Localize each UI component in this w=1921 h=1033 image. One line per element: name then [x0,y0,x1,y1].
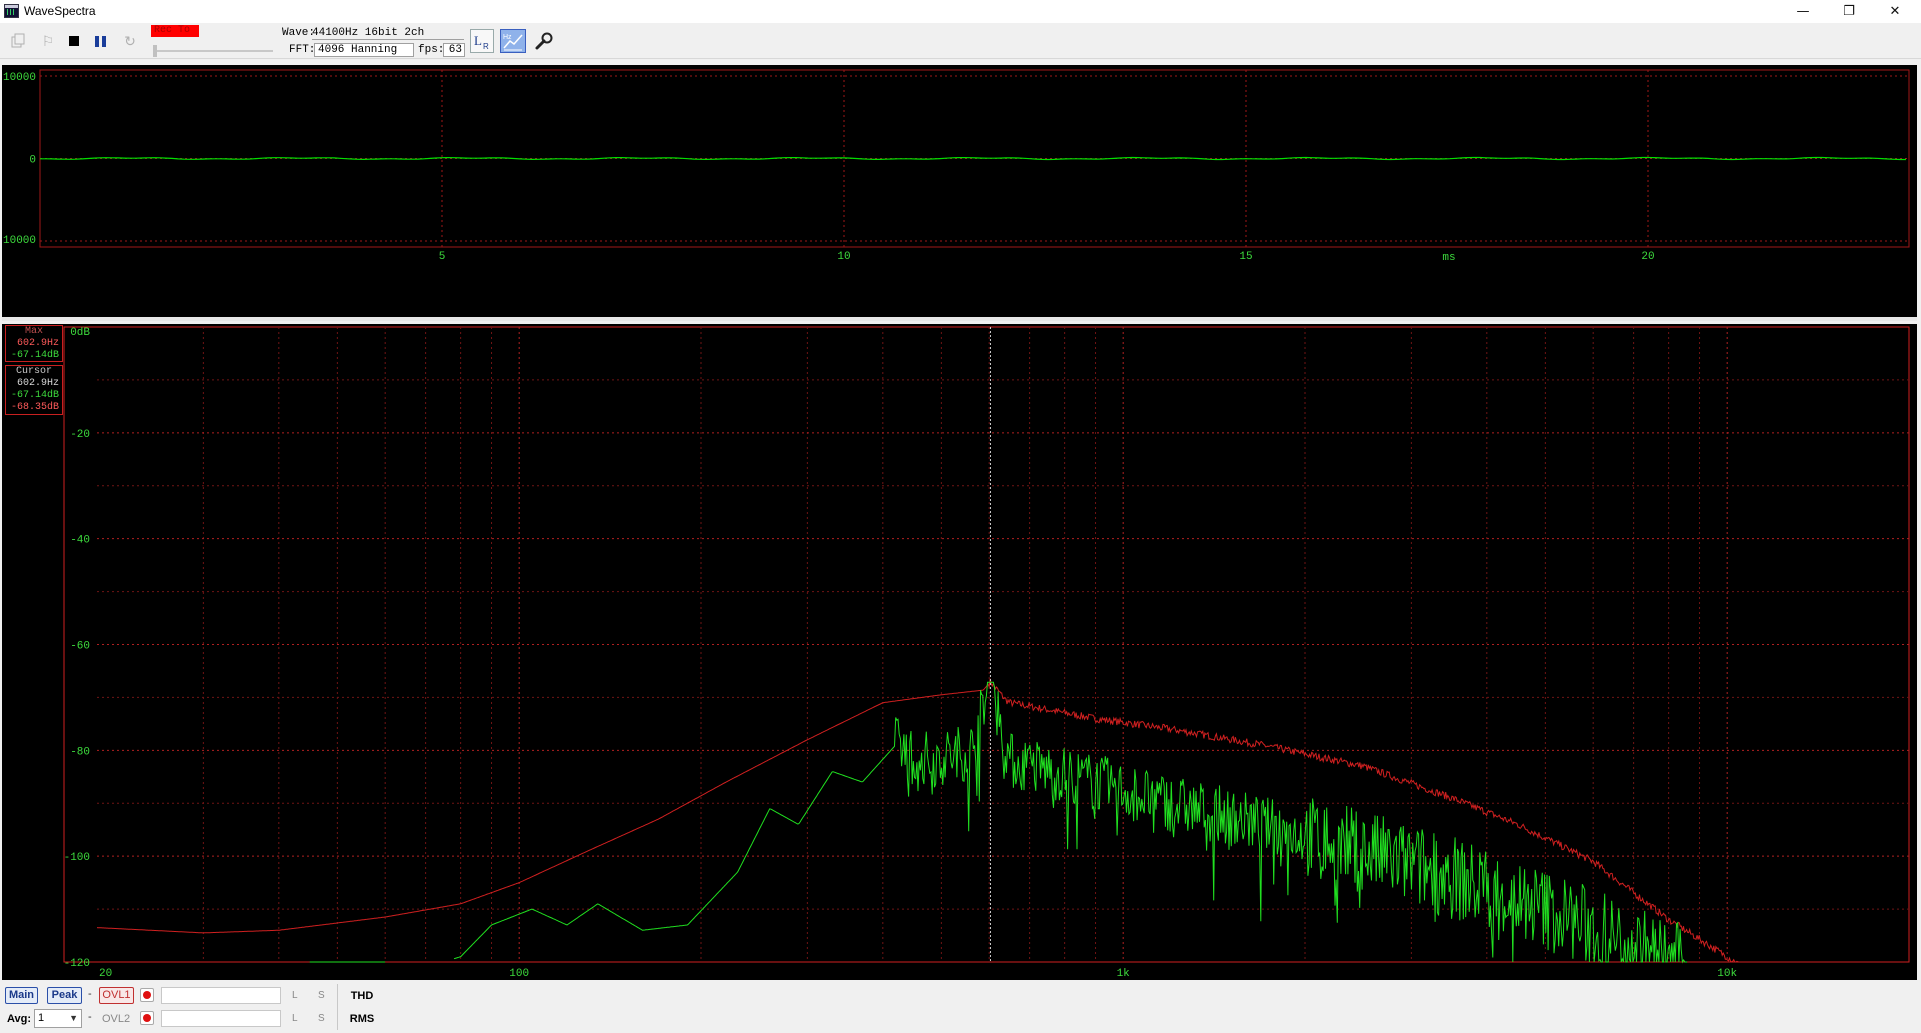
loop-icon: ↻ [124,32,136,49]
bottom-control-bar: Main Peak - OVL1 L S Avg: 1 ▼ - OVL2 L S… [0,982,1921,1033]
spectrum-x-tick: 100 [509,968,529,980]
record-dot-icon [143,991,151,999]
peak-button[interactable]: Peak [47,987,82,1004]
spectrum-x-tick: 1k [1117,968,1131,980]
spectrum-x-tick: 10k [1717,968,1737,980]
separator-dash: - [88,988,92,1000]
main-button[interactable]: Main [5,987,38,1004]
spectrum-y-tick: -80 [70,746,90,758]
wave-x-tick: 10 [837,251,850,263]
ovl1-load-button[interactable]: L [292,990,298,1001]
wave-format-value: 44100Hz 16bit 2ch [312,27,464,40]
wave-x-tick: 5 [439,251,446,263]
toolbar: ⚐ ↻ Rec To Wave: 44100Hz 16bit 2ch FFT: … [0,23,1921,59]
spectrum-y-tick: -60 [70,641,90,653]
cursor-readout-title: Cursor [15,366,52,377]
wavespectra-window: WaveSpectra — ❐ ✕ ⚐ ↻ Rec To Wave: 44100 [0,0,1921,1033]
ovl2-label[interactable]: OVL2 [102,1013,130,1025]
stop-button[interactable] [62,29,86,53]
pause-button[interactable] [88,29,112,53]
open-file-icon [11,33,25,48]
cursor-readout: Cursor 602.9Hz -67.14dB -68.35dB [5,365,63,415]
ovl1-file-field[interactable] [161,987,281,1004]
wave-y-tick: -10000 [2,235,36,247]
settings-button[interactable] [532,29,556,53]
wave-format-label: Wave: [282,27,316,39]
chevron-down-icon: ▼ [69,1013,78,1023]
max-level: -67.14dB [10,350,59,361]
wave-y-tick: 10000 [3,72,36,84]
loop-button[interactable]: ↻ [118,29,142,53]
app-icon [4,4,19,18]
spectrum-plot: 0dB -20 -40 -60 -80 -100 -120 20 100 1k 10k [63,326,1910,980]
cursor-level-red: -68.35dB [10,402,59,413]
close-icon: ✕ [1889,4,1901,19]
wave-x-tick: 20 [1641,251,1654,263]
spectrum-y-tick: 0dB [70,327,90,339]
panel-divider [2,317,1917,321]
play-button[interactable]: ⚐ [36,29,60,53]
title-bar: WaveSpectra — ❐ ✕ [0,0,1921,23]
hz-scale-icon: Hz [503,34,523,51]
restore-icon: ❐ [1843,4,1855,19]
record-dot-icon [143,1014,151,1022]
svg-text:R: R [483,42,489,51]
wave-x-unit: ms [1442,252,1455,264]
max-readout-title: Max [24,326,43,337]
fps-label: fps: [418,44,445,56]
minimize-icon: — [1796,4,1810,19]
wave-x-tick: 15 [1239,251,1252,263]
cursor-level-green: -67.14dB [10,390,59,401]
avg-value: 1 [38,1012,45,1024]
waveform-view[interactable]: 5 10 15 20 ms 10000 0 -10000 [2,65,1917,321]
fps-value-field[interactable]: 63 [443,43,465,57]
stop-icon [69,36,79,46]
rms-button[interactable]: RMS [345,1010,379,1028]
play-icon: ⚐ [41,32,55,49]
restore-button[interactable]: ❐ [1826,0,1872,23]
ovl1-record-button[interactable] [140,988,154,1002]
wave-y-tick: 0 [29,155,36,167]
fft-value-field[interactable]: 4096 Hanning [314,43,414,57]
cursor-freq: 602.9Hz [16,378,59,389]
fft-label: FFT: [289,44,316,56]
pause-icon [94,35,106,47]
spectrum-y-tick: -100 [64,852,90,864]
minimize-button[interactable]: — [1780,0,1826,23]
close-button[interactable]: ✕ [1872,0,1918,23]
avg-select[interactable]: 1 ▼ [34,1009,82,1028]
ovl2-load-button[interactable]: L [292,1013,298,1024]
max-readout: Max 602.9Hz -67.14dB [5,325,63,362]
avg-label: Avg: [7,1013,32,1025]
window-title: WaveSpectra [24,4,96,18]
spectrum-view[interactable]: 0dB -20 -40 -60 -80 -100 -120 20 100 1k 10k Max 60… [2,324,1917,980]
svg-text:Hz: Hz [503,34,512,41]
spectrum-y-tick: -40 [70,535,90,547]
ovl2-record-button[interactable] [140,1011,154,1025]
waveform-plot: 5 10 15 20 ms 10000 0 -10000 [2,69,1917,321]
lr-channel-button[interactable]: L R [470,29,494,53]
frequency-display-button[interactable]: Hz [500,29,526,53]
open-file-button[interactable] [6,29,30,53]
wave-signal-line [40,156,1906,161]
ovl1-save-button[interactable]: S [318,990,325,1001]
lr-channel-icon: L R [474,33,489,51]
wrench-icon [535,32,553,50]
thd-button[interactable]: THD [345,987,379,1005]
max-freq: 602.9Hz [16,338,59,349]
spectrum-y-tick: -20 [70,429,90,441]
svg-text:L: L [474,33,482,48]
ovl2-save-button[interactable]: S [318,1013,325,1024]
spectrum-y-tick: -120 [64,958,90,970]
rec-level-slider[interactable] [153,43,273,57]
spectrum-x-tick: 20 [99,968,112,980]
ovl1-button[interactable]: OVL1 [99,987,134,1004]
divider [337,984,338,1030]
rec-to-indicator: Rec To [151,25,199,37]
ovl2-file-field[interactable] [161,1010,281,1027]
current-spectrum-curve [309,681,1688,964]
separator-dash: - [88,1011,92,1023]
